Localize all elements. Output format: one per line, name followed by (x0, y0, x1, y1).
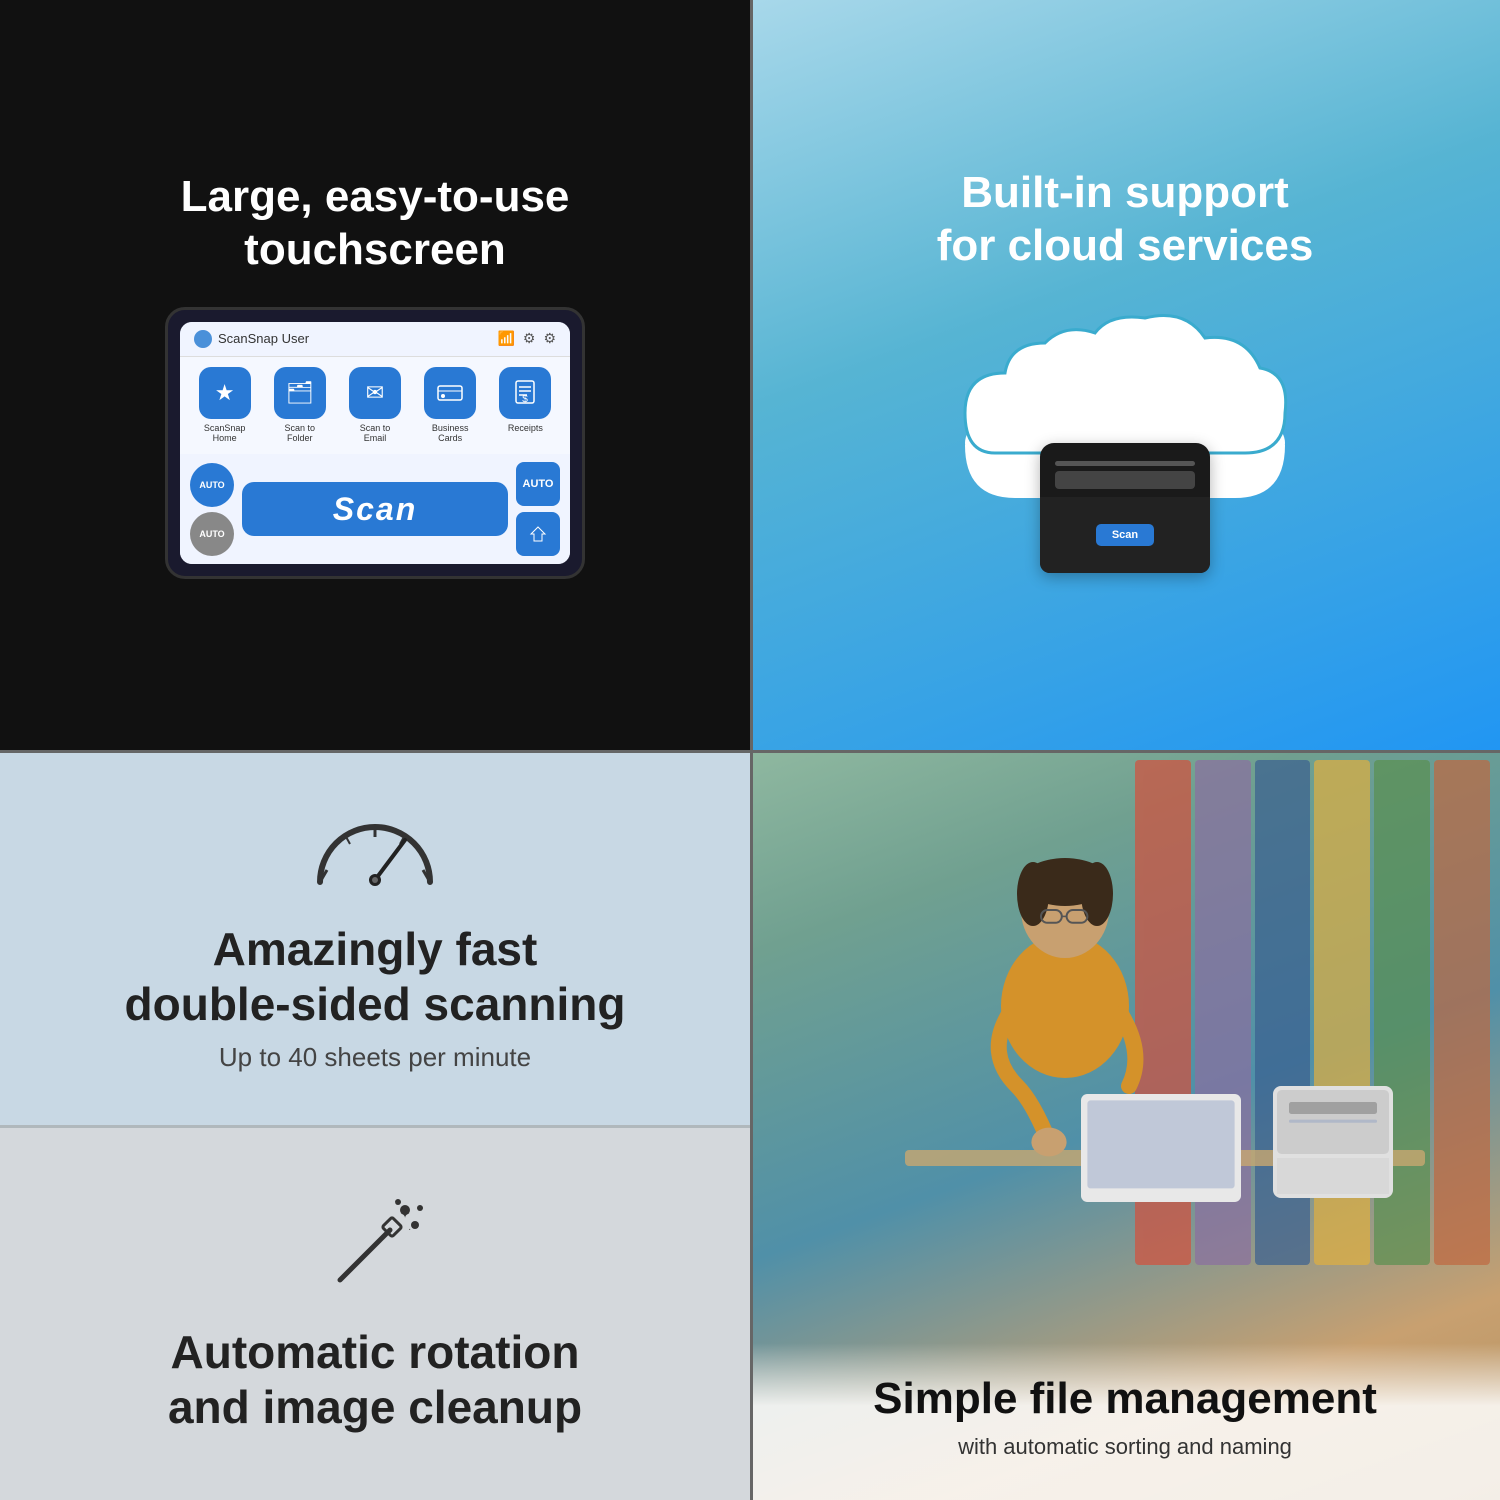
screen-right-btns: AUTO (516, 462, 560, 556)
scan-button[interactable]: Scan (242, 482, 508, 536)
screen-header-left: ScanSnap User (194, 330, 309, 348)
scan-folder-label: Scan toFolder (285, 423, 316, 445)
horizontal-divider (0, 750, 1500, 753)
fast-scanning-subtitle: Up to 40 sheets per minute (219, 1042, 531, 1073)
screen-icons-grid: ★ ScanSnapHome 🗂 Scan toFolder ✉ Scan to… (180, 357, 570, 455)
wand-icon-container: ✦ · · (320, 1190, 430, 1305)
svg-text:·: · (394, 1197, 397, 1208)
panel-cloud: Built-in support for cloud services (750, 0, 1500, 750)
screen-header-icons: 📶 ⚙ ⚙ (497, 330, 556, 347)
panel-rotation: ✦ · · Automatic rotation and image clean… (0, 1125, 750, 1500)
touchscreen-title: Large, easy-to-use touchscreen (181, 171, 570, 277)
cloud-illustration: Scan (935, 303, 1315, 583)
panel-fast-scanning: Amazingly fast double-sided scanning Up … (0, 750, 750, 1125)
left-inner-divider (0, 1125, 750, 1128)
user-avatar-dot (194, 330, 212, 348)
screen-icon-scan-email[interactable]: ✉ Scan toEmail (340, 367, 409, 445)
screen-icon-business-cards[interactable]: BusinessCards (416, 367, 485, 445)
settings-icon: ⚙ (543, 330, 556, 347)
snapshop-home-btn[interactable]: ★ (199, 367, 251, 419)
speedometer-svg (305, 802, 445, 902)
wifi-icon: 📶 (497, 330, 514, 347)
device-screen: ScanSnap User 📶 ⚙ ⚙ ★ ScanSnapHome (165, 307, 585, 580)
svg-text:$: $ (523, 394, 529, 405)
screen-username: ScanSnap User (218, 331, 309, 346)
scan-folder-btn[interactable]: 🗂 (274, 367, 326, 419)
snapshop-home-label: ScanSnapHome (204, 423, 246, 445)
scanner-cloud-scan-btn[interactable]: Scan (1096, 524, 1154, 546)
panel-touchscreen: Large, easy-to-use touchscreen ScanSnap … (0, 0, 750, 750)
receipts-btn[interactable]: $ (499, 367, 551, 419)
wand-svg: ✦ · · (320, 1190, 430, 1300)
person-svg (750, 750, 1500, 1350)
screen-right-btn-2[interactable] (516, 512, 560, 556)
file-management-title: Simple file management (790, 1373, 1460, 1426)
screen-icon-scan-folder[interactable]: 🗂 Scan toFolder (265, 367, 334, 445)
fast-scanning-title: Amazingly fast double-sided scanning (125, 922, 626, 1032)
auto-btn-1[interactable]: AUTO (190, 463, 234, 507)
file-management-subtitle: with automatic sorting and naming (790, 1434, 1460, 1460)
screen-inner: ScanSnap User 📶 ⚙ ⚙ ★ ScanSnapHome (180, 322, 570, 565)
screen-icon-receipts[interactable]: $ Receipts (491, 367, 560, 445)
business-cards-btn[interactable] (424, 367, 476, 419)
scan-email-btn[interactable]: ✉ (349, 367, 401, 419)
screen-header: ScanSnap User 📶 ⚙ ⚙ (180, 322, 570, 357)
auto-btn-2[interactable]: AUTO (190, 512, 234, 556)
svg-text:·: · (408, 1224, 411, 1235)
scanner-device-cloud: Scan (1040, 443, 1210, 573)
receipts-label: Receipts (508, 423, 543, 434)
panel-file-management: Simple file management with automatic so… (750, 750, 1500, 1500)
business-cards-label: BusinessCards (432, 423, 469, 445)
cloud-title: Built-in support for cloud services (937, 167, 1314, 273)
screen-scan-row: AUTO AUTO Scan AUTO (180, 454, 570, 564)
file-management-text: Simple file management with automatic so… (750, 1343, 1500, 1500)
rotation-title: Automatic rotation and image cleanup (168, 1325, 582, 1435)
screen-right-btn-1[interactable]: AUTO (516, 462, 560, 506)
usb-icon: ⚙ (523, 330, 536, 347)
svg-text:✦: ✦ (400, 1207, 410, 1221)
scan-email-label: Scan toEmail (360, 423, 391, 445)
screen-icon-snapshop-home[interactable]: ★ ScanSnapHome (190, 367, 259, 445)
